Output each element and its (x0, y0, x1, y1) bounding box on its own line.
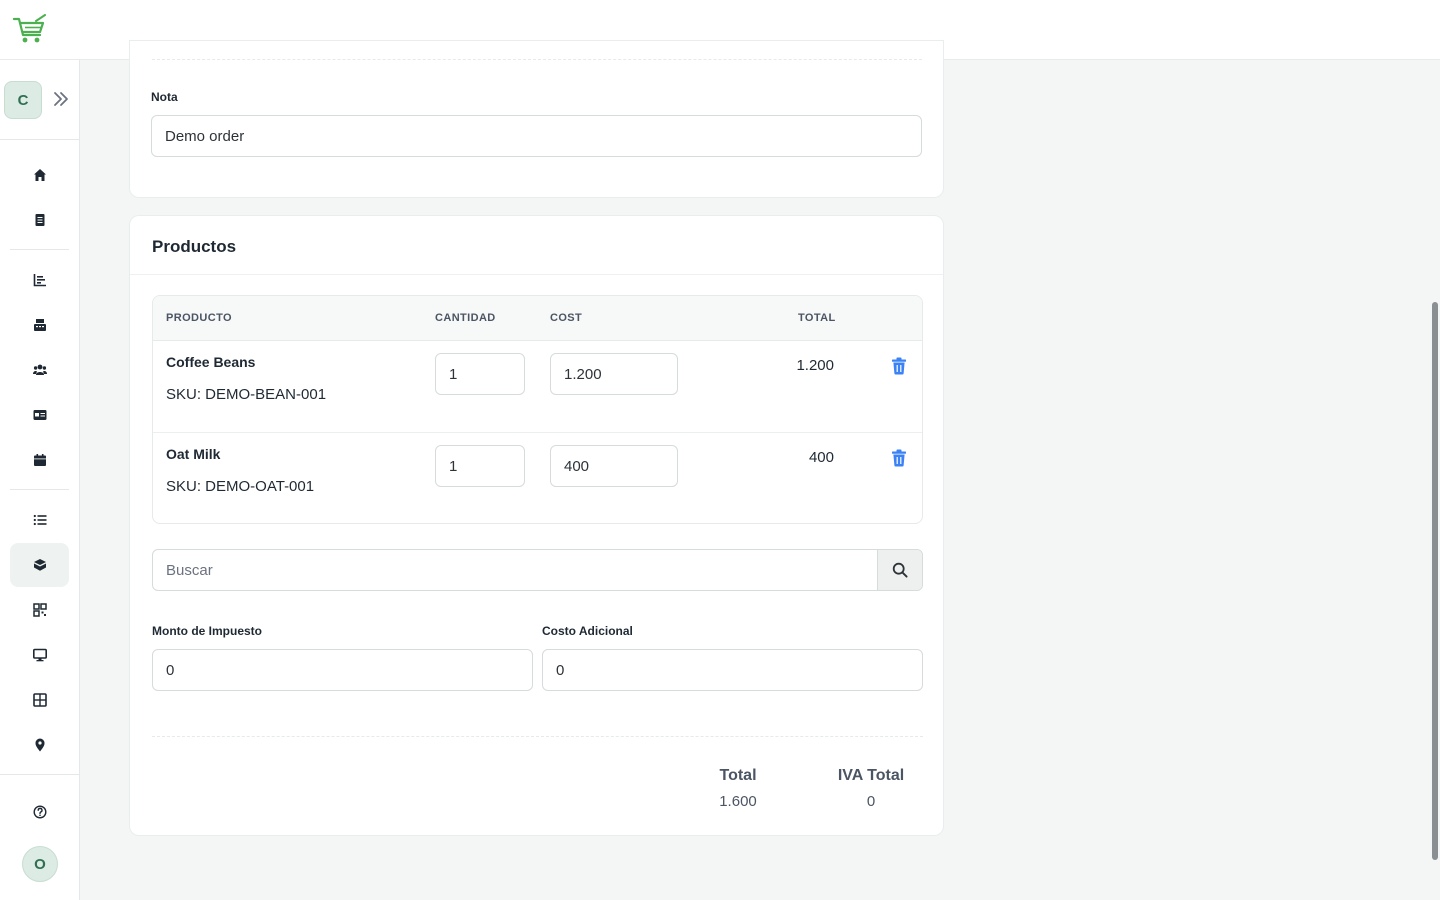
cash-register-icon (33, 319, 46, 331)
product-sku: SKU: DEMO-OAT-001 (166, 478, 315, 495)
products-table: PRODUCTO CANTIDAD COST TOTAL Coffee Bean… (152, 295, 923, 524)
help-icon (32, 805, 47, 819)
section-divider (152, 59, 922, 60)
quantity-input[interactable]: 1 (435, 353, 525, 395)
list-icon (33, 514, 46, 526)
sidebar-item-home[interactable] (10, 153, 69, 197)
desktop-icon (32, 648, 47, 662)
workspace-avatar[interactable]: C (4, 81, 42, 119)
summary-divider (152, 736, 923, 737)
cart-logo-icon[interactable] (12, 14, 48, 46)
column-header-total: TOTAL (798, 312, 836, 324)
qr-code-icon (32, 603, 47, 617)
additional-cost-input[interactable]: 0 (542, 649, 923, 691)
sidebar-item-qr[interactable] (10, 588, 69, 632)
sidebar-item-customers[interactable] (10, 348, 69, 392)
sidebar-item-calendar[interactable] (10, 438, 69, 482)
table-grid-icon (32, 693, 47, 707)
sidebar-item-list[interactable] (10, 498, 69, 542)
product-sku: SKU: DEMO-BEAN-001 (166, 386, 327, 403)
table-row: Coffee Beans SKU: DEMO-BEAN-001 1 1.200 … (153, 341, 922, 433)
column-header-cost: COST (550, 312, 583, 324)
iva-total-value: 0 (866, 793, 876, 810)
home-icon (33, 169, 46, 181)
search-icon (892, 562, 908, 578)
cost-input[interactable]: 1.200 (550, 353, 678, 395)
search-button[interactable] (877, 550, 922, 590)
sidebar-item-pos[interactable] (10, 633, 69, 677)
sidebar-item-tables[interactable] (10, 678, 69, 722)
sidebar-divider (10, 489, 69, 490)
user-avatar[interactable]: O (22, 846, 58, 882)
product-name: Coffee Beans (166, 354, 256, 370)
sidebar-divider (0, 774, 80, 775)
sidebar-divider (10, 249, 69, 250)
iva-total-label: IVA Total (837, 767, 905, 784)
bar-chart-icon (33, 274, 46, 287)
trash-icon[interactable] (891, 449, 907, 467)
product-name: Oat Milk (166, 446, 221, 462)
product-search: Buscar (152, 549, 923, 591)
tax-amount-label: Monto de Impuesto (152, 624, 262, 638)
sidebar-item-locations[interactable] (10, 723, 69, 767)
tax-amount-input[interactable]: 0 (152, 649, 533, 691)
sidebar-item-receipts[interactable] (10, 198, 69, 242)
total-value: 1.600 (719, 793, 757, 810)
sidebar-item-help[interactable] (10, 790, 69, 834)
calendar-icon (33, 454, 46, 466)
sidebar-divider (0, 139, 80, 140)
sidebar-item-cards[interactable] (10, 393, 69, 437)
location-pin-icon (35, 738, 44, 752)
expand-sidebar-icon[interactable] (52, 90, 70, 108)
note-input[interactable]: Demo order (151, 115, 922, 157)
sidebar-item-reports[interactable] (10, 258, 69, 302)
order-details-card: Nota Demo order (129, 40, 944, 198)
quantity-input[interactable]: 1 (435, 445, 525, 487)
row-total: 1.200 (796, 357, 834, 374)
receipt-icon (35, 214, 44, 226)
column-header-quantity: CANTIDAD (435, 312, 496, 324)
total-label: Total (719, 767, 757, 784)
products-title: Productos (152, 237, 237, 256)
table-header: PRODUCTO CANTIDAD COST TOTAL (153, 296, 922, 341)
scrollbar-thumb[interactable] (1432, 302, 1438, 860)
table-row: Oat Milk SKU: DEMO-OAT-001 1 400 400 (153, 433, 922, 523)
column-header-product: PRODUCTO (166, 312, 232, 324)
users-icon (32, 364, 47, 375)
trash-icon[interactable] (891, 357, 907, 375)
id-card-icon (33, 410, 46, 420)
card-header-divider (130, 274, 943, 275)
box-icon (33, 559, 46, 571)
products-card: Productos PRODUCTO CANTIDAD COST TOTAL C… (129, 215, 944, 836)
sidebar-item-cash-register[interactable] (10, 303, 69, 347)
additional-cost-label: Costo Adicional (542, 624, 633, 638)
row-total: 400 (808, 449, 834, 466)
cost-input[interactable]: 400 (550, 445, 678, 487)
search-input[interactable]: Buscar (153, 550, 878, 590)
sidebar: C O (0, 60, 80, 900)
sidebar-item-inventory[interactable] (10, 543, 69, 587)
note-label: Nota (151, 90, 178, 104)
